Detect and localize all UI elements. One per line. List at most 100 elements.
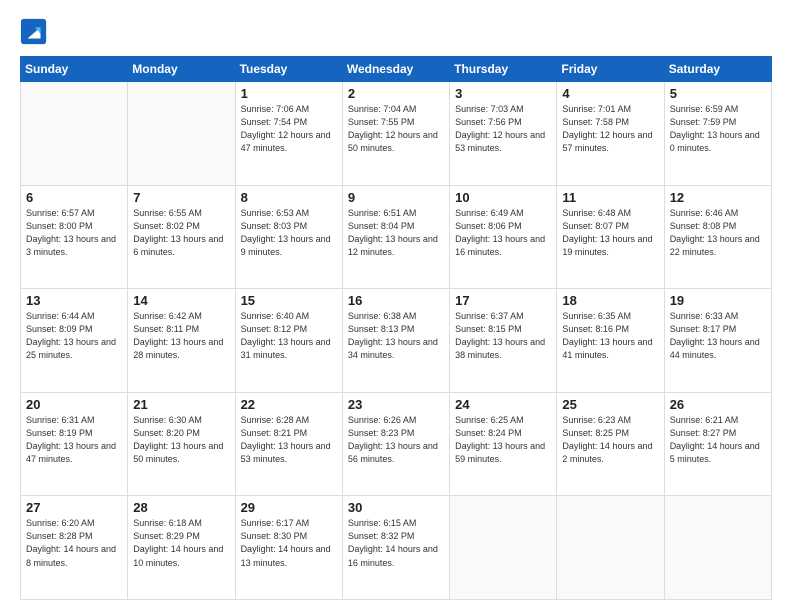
day-number: 19 <box>670 293 766 308</box>
day-number: 20 <box>26 397 122 412</box>
day-number: 30 <box>348 500 444 515</box>
calendar-day-cell <box>664 496 771 600</box>
day-info: Sunrise: 6:49 AM Sunset: 8:06 PM Dayligh… <box>455 207 551 259</box>
day-info: Sunrise: 6:40 AM Sunset: 8:12 PM Dayligh… <box>241 310 337 362</box>
day-info: Sunrise: 6:20 AM Sunset: 8:28 PM Dayligh… <box>26 517 122 569</box>
day-number: 7 <box>133 190 229 205</box>
day-number: 3 <box>455 86 551 101</box>
day-info: Sunrise: 6:31 AM Sunset: 8:19 PM Dayligh… <box>26 414 122 466</box>
calendar-day-cell: 9 Sunrise: 6:51 AM Sunset: 8:04 PM Daylig… <box>342 185 449 289</box>
calendar-day-cell <box>557 496 664 600</box>
calendar-week-row: 6 Sunrise: 6:57 AM Sunset: 8:00 PM Daylig… <box>21 185 772 289</box>
day-info: Sunrise: 6:33 AM Sunset: 8:17 PM Dayligh… <box>670 310 766 362</box>
calendar-day-cell: 27 Sunrise: 6:20 AM Sunset: 8:28 PM Dayli… <box>21 496 128 600</box>
calendar-table: SundayMondayTuesdayWednesdayThursdayFrid… <box>20 56 772 600</box>
day-number: 17 <box>455 293 551 308</box>
day-info: Sunrise: 6:23 AM Sunset: 8:25 PM Dayligh… <box>562 414 658 466</box>
day-info: Sunrise: 6:46 AM Sunset: 8:08 PM Dayligh… <box>670 207 766 259</box>
day-info: Sunrise: 6:42 AM Sunset: 8:11 PM Dayligh… <box>133 310 229 362</box>
calendar-day-cell: 23Sunrise: 6:26 AM Sunset: 8:23 PM Dayli… <box>342 392 449 496</box>
calendar-day-cell: 18 Sunrise: 6:35 AM Sunset: 8:16 PM Dayli… <box>557 289 664 393</box>
day-info: Sunrise: 6:44 AM Sunset: 8:09 PM Dayligh… <box>26 310 122 362</box>
weekday-header-friday: Friday <box>557 57 664 82</box>
calendar-day-cell: 6 Sunrise: 6:57 AM Sunset: 8:00 PM Daylig… <box>21 185 128 289</box>
day-number: 2 <box>348 86 444 101</box>
calendar-day-cell <box>450 496 557 600</box>
day-info: Sunrise: 7:03 AM Sunset: 7:56 PM Dayligh… <box>455 103 551 155</box>
day-info: Sunrise: 6:35 AM Sunset: 8:16 PM Dayligh… <box>562 310 658 362</box>
calendar-week-row: 27 Sunrise: 6:20 AM Sunset: 8:28 PM Dayli… <box>21 496 772 600</box>
day-number: 18 <box>562 293 658 308</box>
day-info: Sunrise: 6:25 AM Sunset: 8:24 PM Dayligh… <box>455 414 551 466</box>
day-info: Sunrise: 6:55 AM Sunset: 8:02 PM Dayligh… <box>133 207 229 259</box>
day-info: Sunrise: 6:21 AM Sunset: 8:27 PM Dayligh… <box>670 414 766 466</box>
calendar-day-cell: 26Sunrise: 6:21 AM Sunset: 8:27 PM Dayli… <box>664 392 771 496</box>
weekday-header-row: SundayMondayTuesdayWednesdayThursdayFrid… <box>21 57 772 82</box>
day-number: 11 <box>562 190 658 205</box>
day-number: 28 <box>133 500 229 515</box>
calendar-day-cell: 19 Sunrise: 6:33 AM Sunset: 8:17 PM Dayli… <box>664 289 771 393</box>
calendar-day-cell: 21Sunrise: 6:30 AM Sunset: 8:20 PM Dayli… <box>128 392 235 496</box>
day-number: 23 <box>348 397 444 412</box>
day-number: 27 <box>26 500 122 515</box>
weekday-header-sunday: Sunday <box>21 57 128 82</box>
day-info: Sunrise: 6:48 AM Sunset: 8:07 PM Dayligh… <box>562 207 658 259</box>
day-info: Sunrise: 6:38 AM Sunset: 8:13 PM Dayligh… <box>348 310 444 362</box>
calendar-day-cell: 30 Sunrise: 6:15 AM Sunset: 8:32 PM Dayli… <box>342 496 449 600</box>
calendar-day-cell: 17 Sunrise: 6:37 AM Sunset: 8:15 PM Dayli… <box>450 289 557 393</box>
calendar-day-cell: 28 Sunrise: 6:18 AM Sunset: 8:29 PM Dayli… <box>128 496 235 600</box>
calendar-day-cell: 25 Sunrise: 6:23 AM Sunset: 8:25 PM Dayli… <box>557 392 664 496</box>
day-info: Sunrise: 6:37 AM Sunset: 8:15 PM Dayligh… <box>455 310 551 362</box>
day-info: Sunrise: 6:15 AM Sunset: 8:32 PM Dayligh… <box>348 517 444 569</box>
day-info: Sunrise: 6:17 AM Sunset: 8:30 PM Dayligh… <box>241 517 337 569</box>
day-number: 1 <box>241 86 337 101</box>
day-number: 12 <box>670 190 766 205</box>
day-info: Sunrise: 6:18 AM Sunset: 8:29 PM Dayligh… <box>133 517 229 569</box>
calendar-day-cell: 4Sunrise: 7:01 AM Sunset: 7:58 PM Daylig… <box>557 82 664 186</box>
calendar-day-cell: 14 Sunrise: 6:42 AM Sunset: 8:11 PM Dayli… <box>128 289 235 393</box>
day-number: 9 <box>348 190 444 205</box>
day-number: 14 <box>133 293 229 308</box>
calendar-day-cell: 15 Sunrise: 6:40 AM Sunset: 8:12 PM Dayli… <box>235 289 342 393</box>
day-info: Sunrise: 7:06 AM Sunset: 7:54 PM Dayligh… <box>241 103 337 155</box>
day-number: 22 <box>241 397 337 412</box>
calendar-day-cell: 13 Sunrise: 6:44 AM Sunset: 8:09 PM Dayli… <box>21 289 128 393</box>
calendar-day-cell: 16Sunrise: 6:38 AM Sunset: 8:13 PM Dayli… <box>342 289 449 393</box>
day-info: Sunrise: 6:30 AM Sunset: 8:20 PM Dayligh… <box>133 414 229 466</box>
logo-icon <box>20 18 48 46</box>
day-number: 13 <box>26 293 122 308</box>
day-number: 29 <box>241 500 337 515</box>
calendar-day-cell: 5Sunrise: 6:59 AM Sunset: 7:59 PM Daylig… <box>664 82 771 186</box>
day-number: 6 <box>26 190 122 205</box>
calendar-day-cell: 20 Sunrise: 6:31 AM Sunset: 8:19 PM Dayli… <box>21 392 128 496</box>
day-number: 10 <box>455 190 551 205</box>
calendar-day-cell: 11 Sunrise: 6:48 AM Sunset: 8:07 PM Dayli… <box>557 185 664 289</box>
logo <box>20 18 52 46</box>
day-info: Sunrise: 6:57 AM Sunset: 8:00 PM Dayligh… <box>26 207 122 259</box>
calendar-day-cell: 3 Sunrise: 7:03 AM Sunset: 7:56 PM Daylig… <box>450 82 557 186</box>
weekday-header-monday: Monday <box>128 57 235 82</box>
calendar-day-cell: 1 Sunrise: 7:06 AM Sunset: 7:54 PM Daylig… <box>235 82 342 186</box>
calendar-page: SundayMondayTuesdayWednesdayThursdayFrid… <box>0 0 792 612</box>
day-info: Sunrise: 6:51 AM Sunset: 8:04 PM Dayligh… <box>348 207 444 259</box>
day-info: Sunrise: 6:53 AM Sunset: 8:03 PM Dayligh… <box>241 207 337 259</box>
calendar-day-cell: 22Sunrise: 6:28 AM Sunset: 8:21 PM Dayli… <box>235 392 342 496</box>
calendar-day-cell: 10 Sunrise: 6:49 AM Sunset: 8:06 PM Dayli… <box>450 185 557 289</box>
calendar-day-cell: 24 Sunrise: 6:25 AM Sunset: 8:24 PM Dayli… <box>450 392 557 496</box>
calendar-week-row: 1 Sunrise: 7:06 AM Sunset: 7:54 PM Daylig… <box>21 82 772 186</box>
day-number: 4 <box>562 86 658 101</box>
day-info: Sunrise: 6:59 AM Sunset: 7:59 PM Dayligh… <box>670 103 766 155</box>
calendar-day-cell <box>128 82 235 186</box>
weekday-header-wednesday: Wednesday <box>342 57 449 82</box>
day-number: 15 <box>241 293 337 308</box>
calendar-day-cell <box>21 82 128 186</box>
weekday-header-tuesday: Tuesday <box>235 57 342 82</box>
calendar-day-cell: 8 Sunrise: 6:53 AM Sunset: 8:03 PM Daylig… <box>235 185 342 289</box>
day-number: 24 <box>455 397 551 412</box>
day-info: Sunrise: 7:04 AM Sunset: 7:55 PM Dayligh… <box>348 103 444 155</box>
calendar-week-row: 20 Sunrise: 6:31 AM Sunset: 8:19 PM Dayli… <box>21 392 772 496</box>
calendar-day-cell: 29 Sunrise: 6:17 AM Sunset: 8:30 PM Dayli… <box>235 496 342 600</box>
day-number: 8 <box>241 190 337 205</box>
header <box>20 18 772 46</box>
day-number: 25 <box>562 397 658 412</box>
